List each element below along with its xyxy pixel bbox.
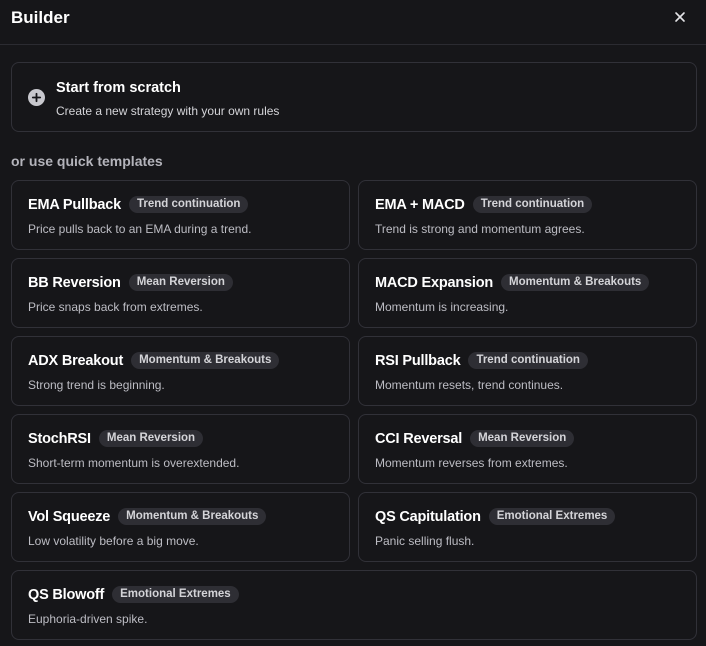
template-name: StochRSI <box>28 430 91 447</box>
category-badge: Momentum & Breakouts <box>131 352 280 369</box>
card-header: EMA + MACD Trend continuation <box>375 196 593 213</box>
scratch-description: Create a new strategy with your own rule… <box>56 104 280 118</box>
template-name: RSI Pullback <box>375 352 461 369</box>
template-description: Trend is strong and momentum agrees. <box>375 222 585 236</box>
template-name: Vol Squeeze <box>28 508 111 525</box>
template-description: Panic selling flush. <box>375 534 475 548</box>
card-header: EMA Pullback Trend continuation <box>28 196 249 213</box>
card-header: MACD Expansion Momentum & Breakouts <box>375 274 650 291</box>
template-description: Momentum resets, trend continues. <box>375 378 564 392</box>
template-card-ema-macd[interactable]: EMA + MACD Trend continuation Trend is s… <box>358 180 697 250</box>
template-card-adx-breakout[interactable]: ADX Breakout Momentum & Breakouts Strong… <box>11 336 350 406</box>
category-badge: Emotional Extremes <box>488 508 616 525</box>
template-card-ema-pullback[interactable]: EMA Pullback Trend continuation Price pu… <box>11 180 350 250</box>
category-badge: Momentum & Breakouts <box>501 274 650 291</box>
card-header: StochRSI Mean Reversion <box>28 430 204 447</box>
template-description: Low volatility before a big move. <box>28 534 199 548</box>
category-badge: Mean Reversion <box>98 430 204 447</box>
scratch-title: Start from scratch <box>56 80 181 96</box>
template-description: Short-term momentum is overextended. <box>28 456 240 470</box>
template-card-rsi-pullback[interactable]: RSI Pullback Trend continuation Momentum… <box>358 336 697 406</box>
template-description: Strong trend is beginning. <box>28 378 165 392</box>
template-card-vol-squeeze[interactable]: Vol Squeeze Momentum & Breakouts Low vol… <box>11 492 350 562</box>
template-card-qs-blowoff[interactable]: QS Blowoff Emotional Extremes Euphoria-d… <box>11 570 697 640</box>
card-header: ADX Breakout Momentum & Breakouts <box>28 352 280 369</box>
template-description: Euphoria-driven spike. <box>28 612 148 626</box>
category-badge: Trend continuation <box>128 196 249 213</box>
template-card-macd-expansion[interactable]: MACD Expansion Momentum & Breakouts Mome… <box>358 258 697 328</box>
template-description: Momentum is increasing. <box>375 300 509 314</box>
template-name: MACD Expansion <box>375 274 494 291</box>
template-card-cci-reversal[interactable]: CCI Reversal Mean Reversion Momentum rev… <box>358 414 697 484</box>
template-name: CCI Reversal <box>375 430 463 447</box>
dialog-header: Builder <box>0 0 706 45</box>
card-header: CCI Reversal Mean Reversion <box>375 430 575 447</box>
category-badge: Mean Reversion <box>128 274 233 291</box>
category-badge: Mean Reversion <box>470 430 575 447</box>
template-description: Price pulls back to an EMA during a tren… <box>28 222 252 236</box>
category-badge: Trend continuation <box>472 196 593 213</box>
card-header: QS Capitulation Emotional Extremes <box>375 508 616 525</box>
card-header: BB Reversion Mean Reversion <box>28 274 233 291</box>
template-name: QS Blowoff <box>28 586 105 603</box>
template-name: QS Capitulation <box>375 508 481 525</box>
card-header: RSI Pullback Trend continuation <box>375 352 588 369</box>
templates-section-label: or use quick templates <box>11 153 163 169</box>
dialog-title: Builder <box>11 8 70 27</box>
template-card-bb-reversion[interactable]: BB Reversion Mean Reversion Price snaps … <box>11 258 350 328</box>
close-icon <box>675 12 685 22</box>
category-badge: Emotional Extremes <box>112 586 239 603</box>
template-description: Momentum reverses from extremes. <box>375 456 568 470</box>
card-header: QS Blowoff Emotional Extremes <box>28 586 239 603</box>
close-button[interactable] <box>672 9 688 25</box>
start-from-scratch-card[interactable]: Start from scratch Create a new strategy… <box>11 62 697 132</box>
template-name: ADX Breakout <box>28 352 124 369</box>
category-badge: Trend continuation <box>468 352 588 369</box>
template-card-qs-capitulation[interactable]: QS Capitulation Emotional Extremes Panic… <box>358 492 697 562</box>
template-description: Price snaps back from extremes. <box>28 300 203 314</box>
category-badge: Momentum & Breakouts <box>118 508 267 525</box>
template-card-stochrsi[interactable]: StochRSI Mean Reversion Short-term momen… <box>11 414 350 484</box>
template-name: EMA Pullback <box>28 196 121 213</box>
template-name: BB Reversion <box>28 274 121 291</box>
card-header: Vol Squeeze Momentum & Breakouts <box>28 508 267 525</box>
plus-circle-icon <box>28 89 45 106</box>
template-name: EMA + MACD <box>375 196 465 213</box>
